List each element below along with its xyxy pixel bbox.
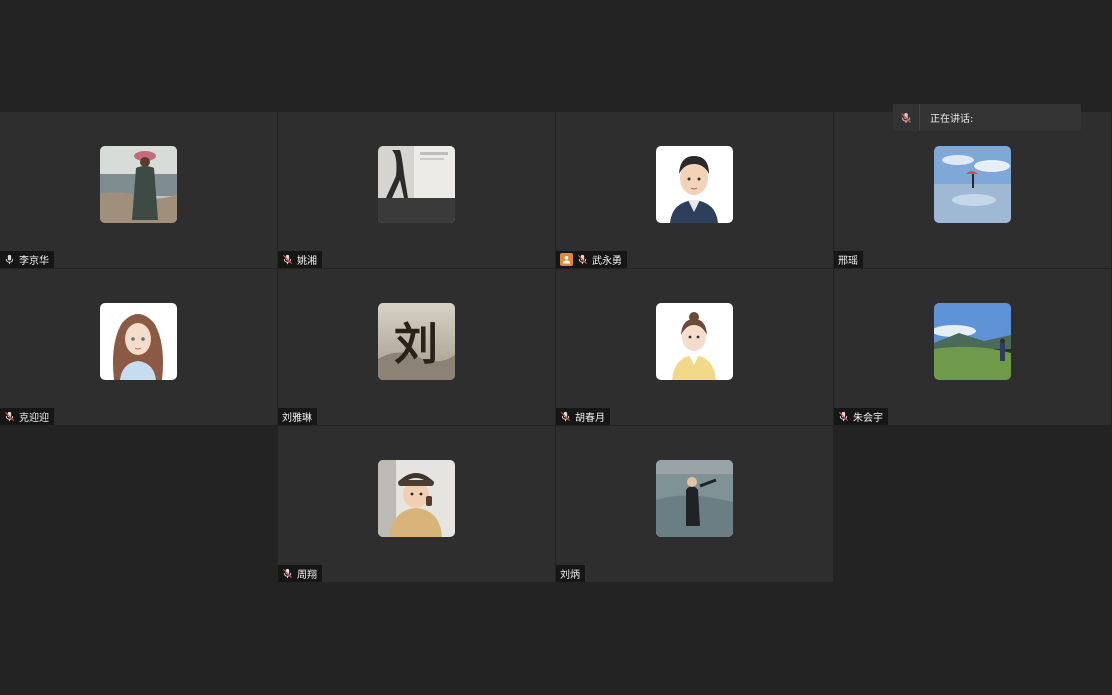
participant-name: 姚湘: [297, 256, 317, 267]
participant-nametag: 周翔: [278, 565, 322, 582]
microphone-icon: [5, 254, 14, 265]
participant-name: 刘炳: [560, 570, 580, 581]
participant-nametag: 武永勇: [556, 251, 627, 268]
participant-tile[interactable]: 姚湘: [278, 112, 555, 268]
participant-name: 朱会宇: [853, 413, 883, 424]
avatar: [100, 303, 177, 380]
participant-nametag: 胡春月: [556, 408, 610, 425]
participant-name: 胡春月: [575, 413, 605, 424]
avatar: [378, 146, 455, 223]
host-badge: [560, 253, 573, 266]
participant-tile[interactable]: 周翔: [278, 426, 555, 582]
participant-nametag: 邢瑶: [834, 251, 863, 268]
speaking-indicator: 正在讲话:: [893, 104, 1081, 131]
microphone-muted-icon: [560, 411, 571, 422]
participant-nametag: 刘雅琳: [278, 408, 317, 425]
video-gallery: 李京华 姚湘 武永勇 邢瑶 克迎迎 刘 刘雅琳 胡春月 朱会宇 周翔 刘炳: [0, 112, 1112, 584]
participant-tile[interactable]: 胡春月: [556, 269, 833, 425]
participant-nametag: 李京华: [0, 251, 54, 268]
participant-name: 刘雅琳: [282, 413, 312, 424]
participant-tile[interactable]: 朱会宇: [834, 269, 1111, 425]
microphone-muted-icon: [4, 411, 15, 422]
calligraphy-glyph: 刘: [394, 319, 438, 370]
avatar: [934, 303, 1011, 380]
avatar: [934, 146, 1011, 223]
participant-name: 李京华: [19, 256, 49, 267]
microphone-muted-icon: [282, 254, 293, 265]
avatar: [378, 460, 455, 537]
participant-tile[interactable]: 克迎迎: [0, 269, 277, 425]
microphone-muted-icon: [838, 411, 849, 422]
participant-tile[interactable]: 邢瑶: [834, 112, 1111, 268]
participant-tile[interactable]: 武永勇: [556, 112, 833, 268]
avatar: 刘: [378, 303, 455, 380]
speaking-label: 正在讲话:: [930, 114, 974, 125]
participant-name: 邢瑶: [838, 256, 858, 267]
avatar: [656, 146, 733, 223]
participant-name: 周翔: [297, 570, 317, 581]
participant-nametag: 朱会宇: [834, 408, 888, 425]
avatar: [100, 146, 177, 223]
participant-nametag: 姚湘: [278, 251, 322, 268]
participant-name: 克迎迎: [19, 413, 49, 424]
avatar: [656, 460, 733, 537]
microphone-muted-icon: [282, 568, 293, 579]
microphone-muted-icon: [577, 254, 588, 265]
participant-nametag: 克迎迎: [0, 408, 54, 425]
participant-name: 武永勇: [592, 256, 622, 267]
participant-tile[interactable]: 李京华: [0, 112, 277, 268]
microphone-muted-icon: [901, 112, 911, 123]
participant-nametag: 刘炳: [556, 565, 585, 582]
participant-tile[interactable]: 刘炳: [556, 426, 833, 582]
avatar: [656, 303, 733, 380]
person-icon: [562, 255, 571, 264]
participant-tile[interactable]: 刘 刘雅琳: [278, 269, 555, 425]
